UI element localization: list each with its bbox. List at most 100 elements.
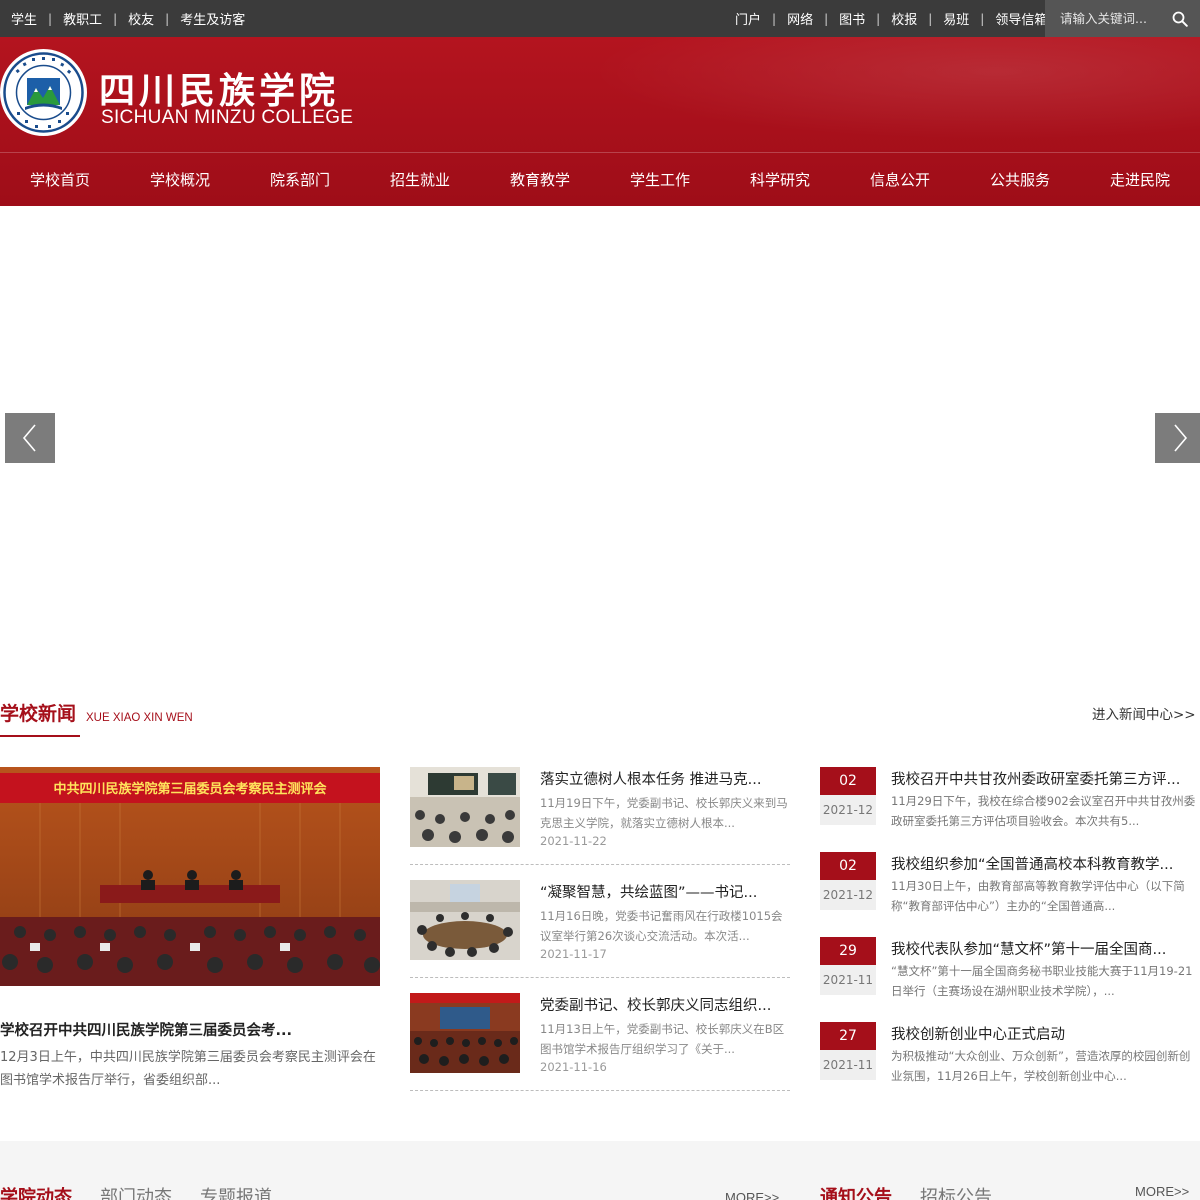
news-date: 2021-11-17 <box>540 947 607 961</box>
news-section-title: 学校新闻 <box>0 703 77 725</box>
tab-special-reports[interactable]: 专题报道 <box>200 1183 272 1200</box>
carousel-next-button[interactable] <box>1155 413 1200 463</box>
top-utility-bar: 学生 | 教职工 | 校友 | 考生及访客 门户 | 网络 | 图书 | 校报 … <box>0 0 1200 37</box>
bottom-news-tabs-band: 学院动态 部门动态 专题报道 MORE>> 通知公告 招标公告 MORE>> <box>0 1141 1200 1200</box>
news-summary: 11月13日上午，党委副书记、校长郭庆义在B区图书馆学术报告厅组织学习了《关于.… <box>540 1022 785 1056</box>
news-title[interactable]: 我校创新创业中心正式启动 <box>891 1023 1191 1044</box>
audience-links: 学生 | 教职工 | 校友 | 考生及访客 <box>11 0 245 37</box>
chevron-right-icon <box>1174 424 1188 452</box>
list-item[interactable]: 落实立德树人根本任务 推进马克... 11月19日下午，党委副书记、校长郭庆义来… <box>410 767 790 865</box>
date-day-badge: 02 <box>820 767 876 795</box>
notices-more-link[interactable]: MORE>> <box>1135 1184 1189 1199</box>
main-navigation: 学校首页 学校概况 院系部门 招生就业 教育教学 学生工作 科学研究 信息公开 … <box>0 153 1200 206</box>
news-title[interactable]: 我校代表队参加“慧文杯”第十一届全国商... <box>891 938 1191 959</box>
college-emblem-logo[interactable] <box>0 49 87 136</box>
college-news-more-link[interactable]: MORE>> <box>725 1190 779 1200</box>
separator: | <box>876 11 881 26</box>
date-day-badge: 29 <box>820 937 876 965</box>
link-newspaper[interactable]: 校报 <box>891 9 917 28</box>
date-day-badge: 02 <box>820 852 876 880</box>
tab-notices[interactable]: 通知公告 <box>820 1183 892 1200</box>
news-section-subtitle: XUE XIAO XIN WEN <box>86 712 193 724</box>
classroom-photo <box>410 767 520 847</box>
nav-education[interactable]: 教育教学 <box>480 153 600 206</box>
nav-visit[interactable]: 走进民院 <box>1080 153 1200 206</box>
feature-news-image[interactable]: 中共四川民族学院第三届委员会考察民主测评会 <box>0 767 380 986</box>
nav-admissions[interactable]: 招生就业 <box>360 153 480 206</box>
chevron-left-icon <box>22 424 36 452</box>
news-summary: “慧文杯”第十一届全国商务秘书职业技能大赛于11月19-21日举行（主赛场设在湖… <box>891 964 1193 998</box>
link-visitors[interactable]: 考生及访客 <box>180 9 245 28</box>
link-library[interactable]: 图书 <box>839 9 865 28</box>
search-box <box>1045 0 1200 37</box>
separator: | <box>980 11 985 26</box>
separator: | <box>165 11 170 26</box>
news-summary: 11月29日下午，我校在综合楼902会议室召开中共甘孜州委政研室委托第三方评估项… <box>891 794 1196 828</box>
banner-carousel <box>0 206 1200 676</box>
date-day-badge: 27 <box>820 1022 876 1050</box>
news-summary: 11月16日晚，党委书记奮雨风在行政楼1015会议室举行第26次谈心交流活动。本… <box>540 909 783 943</box>
news-title[interactable]: 党委副书记、校长郭庆义同志组织... <box>540 994 780 1015</box>
nav-research[interactable]: 科学研究 <box>720 153 840 206</box>
list-item[interactable]: 02 2021-12 我校召开中共甘孜州委政研室委托第三方评... 11月29日… <box>820 767 1200 829</box>
link-leader-mailbox[interactable]: 领导信箱 <box>995 9 1047 28</box>
header-background-pattern <box>520 37 1200 152</box>
list-item[interactable]: 党委副书记、校长郭庆义同志组织... 11月13日上午，党委副书记、校长郭庆义在… <box>410 993 790 1091</box>
college-name-english: SICHUAN MINZU COLLEGE <box>101 107 354 128</box>
carousel-prev-button[interactable] <box>5 413 55 463</box>
news-thumbnail <box>410 767 520 847</box>
feature-news-summary: 12月3日上午，中共四川民族学院第三届委员会考察民主测评会在图书馆学术报告厅举行… <box>0 1050 376 1088</box>
news-title[interactable]: “凝聚智慧，共绘蓝图”——书记... <box>540 881 780 902</box>
nav-departments[interactable]: 院系部门 <box>240 153 360 206</box>
banner-caption: 中共四川民族学院第三届委员会考察民主测评会 <box>53 781 327 797</box>
nav-about[interactable]: 学校概况 <box>120 153 240 206</box>
tab-tender-notices[interactable]: 招标公告 <box>920 1183 992 1200</box>
site-header: 四川民族学院 SICHUAN MINZU COLLEGE 学校首页 学校概况 院… <box>0 37 1200 206</box>
date-month-badge: 2021-12 <box>820 880 876 910</box>
tab-department-news[interactable]: 部门动态 <box>100 1183 172 1200</box>
link-alumni[interactable]: 校友 <box>128 9 154 28</box>
lecture-hall-photo <box>410 993 520 1073</box>
search-icon[interactable] <box>1172 11 1188 27</box>
link-students[interactable]: 学生 <box>11 9 37 28</box>
news-title[interactable]: 我校组织参加“全国普通高校本科教育教学... <box>891 853 1191 874</box>
nav-public-services[interactable]: 公共服务 <box>960 153 1080 206</box>
news-center-link[interactable]: 进入新闻中心>> <box>1092 703 1196 723</box>
link-staff[interactable]: 教职工 <box>63 9 102 28</box>
news-thumbnail <box>410 993 520 1073</box>
date-month-badge: 2021-11 <box>820 965 876 995</box>
separator: | <box>772 11 777 26</box>
separator: | <box>113 11 118 26</box>
date-month-badge: 2021-12 <box>820 795 876 825</box>
separator: | <box>48 11 53 26</box>
meeting-photo: 中共四川民族学院第三届委员会考察民主测评会 <box>0 767 380 986</box>
meeting-room-photo <box>410 880 520 960</box>
news-summary: 11月30日上午，由教育部高等教育教学评估中心（以下简称“教育部评估中心”）主办… <box>891 879 1185 913</box>
link-yiban[interactable]: 易班 <box>943 9 969 28</box>
nav-home[interactable]: 学校首页 <box>0 153 120 206</box>
service-links: 门户 | 网络 | 图书 | 校报 | 易班 | 领导信箱 <box>735 0 1047 37</box>
tab-college-news[interactable]: 学院动态 <box>0 1183 72 1200</box>
news-thumbnail <box>410 880 520 960</box>
list-item[interactable]: 02 2021-12 我校组织参加“全国普通高校本科教育教学... 11月30日… <box>820 852 1200 914</box>
news-title[interactable]: 落实立德树人根本任务 推进马克... <box>540 768 780 789</box>
search-input[interactable] <box>1060 11 1175 26</box>
list-item[interactable]: “凝聚智慧，共绘蓝图”——书记... 11月16日晚，党委书记奮雨风在行政楼10… <box>410 880 790 978</box>
link-network[interactable]: 网络 <box>787 9 813 28</box>
news-date: 2021-11-16 <box>540 1060 607 1074</box>
nav-student-affairs[interactable]: 学生工作 <box>600 153 720 206</box>
nav-disclosure[interactable]: 信息公开 <box>840 153 960 206</box>
link-portal[interactable]: 门户 <box>735 9 761 28</box>
news-summary: 11月19日下午，党委副书记、校长郭庆义来到马克思主义学院，就落实立德树人根本.… <box>540 796 788 830</box>
separator: | <box>824 11 829 26</box>
feature-news-title[interactable]: 学校召开中共四川民族学院第三届委员会考... <box>0 1019 380 1040</box>
news-title[interactable]: 我校召开中共甘孜州委政研室委托第三方评... <box>891 768 1191 789</box>
list-item[interactable]: 29 2021-11 我校代表队参加“慧文杯”第十一届全国商... “慧文杯”第… <box>820 937 1200 999</box>
separator: | <box>928 11 933 26</box>
section-title-underline <box>0 735 80 737</box>
date-month-badge: 2021-11 <box>820 1050 876 1080</box>
news-summary: 为积极推动“大众创业、万众创新”，营造浓厚的校园创新创业氛围，11月26日上午，… <box>891 1049 1191 1083</box>
list-item[interactable]: 27 2021-11 我校创新创业中心正式启动 为积极推动“大众创业、万众创新”… <box>820 1022 1200 1084</box>
emblem-icon <box>3 52 84 133</box>
news-date: 2021-11-22 <box>540 834 607 848</box>
